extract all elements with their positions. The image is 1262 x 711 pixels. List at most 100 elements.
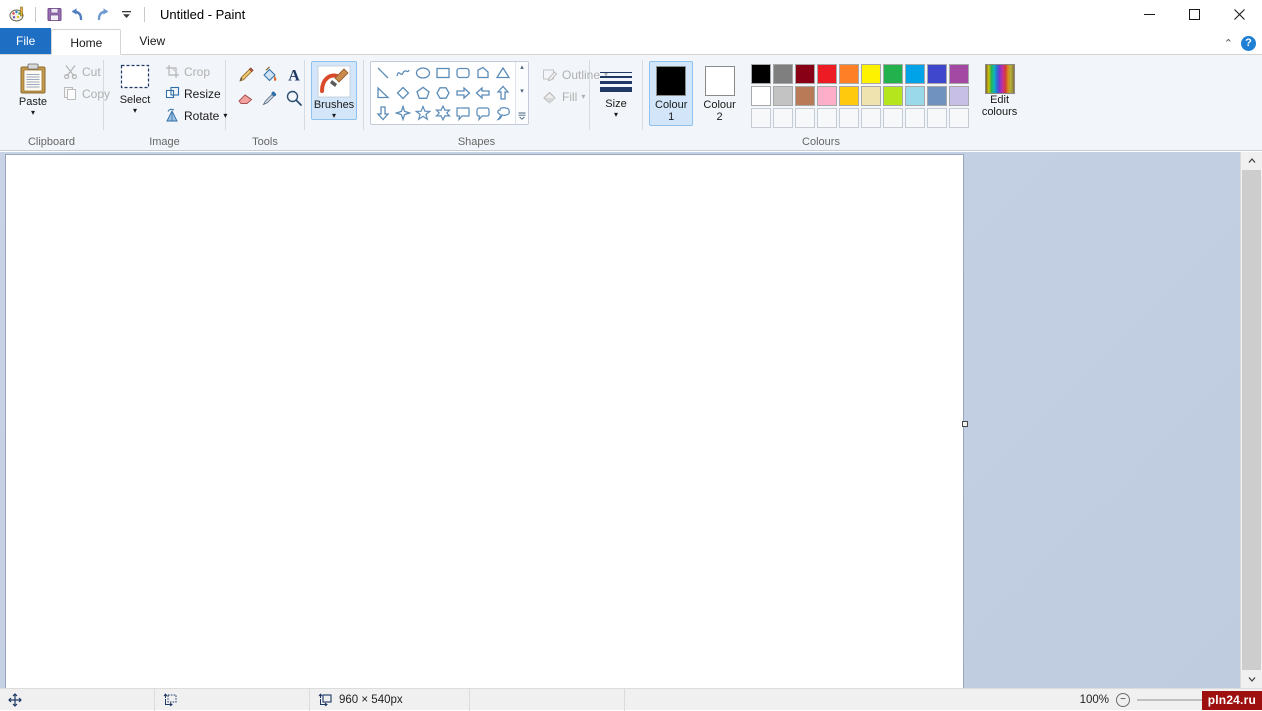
shape-rounded-rectangle[interactable] bbox=[453, 63, 473, 83]
shape-triangle[interactable] bbox=[493, 63, 513, 83]
shape-diamond[interactable] bbox=[393, 83, 413, 103]
shape-right-arrow[interactable] bbox=[453, 83, 473, 103]
tab-file[interactable]: File bbox=[0, 28, 52, 54]
palette-swatch[interactable] bbox=[926, 86, 947, 106]
palette-swatch[interactable] bbox=[794, 86, 815, 106]
undo-icon[interactable] bbox=[67, 4, 89, 26]
palette-swatch[interactable] bbox=[794, 108, 815, 128]
shape-six-point-star[interactable] bbox=[433, 103, 453, 123]
palette-swatch[interactable] bbox=[904, 86, 925, 106]
shapes-gallery-scrollbar[interactable]: ▴ ▾ bbox=[515, 62, 528, 124]
shape-right-triangle[interactable] bbox=[373, 83, 393, 103]
palette-swatch[interactable] bbox=[860, 64, 881, 84]
vertical-scroll-thumb[interactable] bbox=[1242, 170, 1261, 670]
palette-swatch[interactable] bbox=[838, 86, 859, 106]
shapes-gallery-more-icon[interactable] bbox=[518, 112, 526, 122]
drawing-canvas[interactable] bbox=[5, 154, 964, 688]
brushes-button[interactable]: Brushes ▾ bbox=[311, 61, 357, 120]
tab-view[interactable]: View bbox=[121, 28, 183, 54]
palette-swatch[interactable] bbox=[904, 64, 925, 84]
zoom-level-label: 100% bbox=[1079, 693, 1109, 706]
size-button[interactable]: Size ▾ bbox=[593, 63, 639, 119]
shapes-scroll-up-icon[interactable]: ▴ bbox=[520, 64, 524, 71]
shape-polygon[interactable] bbox=[473, 63, 493, 83]
customize-quick-access-toolbar-icon[interactable] bbox=[115, 4, 137, 26]
palette-swatch[interactable] bbox=[926, 64, 947, 84]
vertical-scroll-track[interactable] bbox=[1241, 170, 1262, 670]
palette-swatch[interactable] bbox=[860, 86, 881, 106]
maximize-button[interactable] bbox=[1172, 0, 1217, 29]
palette-swatch[interactable] bbox=[926, 108, 947, 128]
shape-down-arrow[interactable] bbox=[373, 103, 393, 123]
collapse-ribbon-icon[interactable]: ⌃ bbox=[1224, 37, 1233, 50]
palette-swatch[interactable] bbox=[816, 86, 837, 106]
scroll-up-button[interactable] bbox=[1241, 152, 1262, 170]
palette-swatch[interactable] bbox=[948, 86, 969, 106]
canvas-resize-handle-right[interactable] bbox=[962, 421, 968, 427]
shape-rounded-callout[interactable] bbox=[473, 103, 493, 123]
palette-swatch[interactable] bbox=[860, 108, 881, 128]
resize-button[interactable]: Resize bbox=[160, 83, 232, 104]
palette-swatch[interactable] bbox=[750, 108, 771, 128]
palette-swatch[interactable] bbox=[838, 64, 859, 84]
minimize-button[interactable] bbox=[1127, 0, 1172, 29]
vertical-scrollbar[interactable] bbox=[1240, 152, 1262, 688]
palette-swatch[interactable] bbox=[750, 64, 771, 84]
pencil-tool[interactable] bbox=[234, 63, 258, 86]
palette-swatch[interactable] bbox=[882, 108, 903, 128]
redo-icon[interactable] bbox=[91, 4, 113, 26]
palette-swatch[interactable] bbox=[904, 108, 925, 128]
shape-up-arrow[interactable] bbox=[493, 83, 513, 103]
shape-rectangular-callout[interactable] bbox=[453, 103, 473, 123]
eraser-tool[interactable] bbox=[234, 86, 258, 109]
help-icon[interactable]: ? bbox=[1241, 36, 1256, 51]
shape-hexagon[interactable] bbox=[433, 83, 453, 103]
tab-home[interactable]: Home bbox=[51, 29, 122, 55]
palette-swatch[interactable] bbox=[816, 64, 837, 84]
shapes-gallery[interactable]: ▴ ▾ bbox=[370, 61, 529, 125]
fill-with-colour-tool[interactable] bbox=[258, 63, 282, 86]
palette-swatch[interactable] bbox=[948, 64, 969, 84]
colour-2-button[interactable]: Colour 2 bbox=[697, 61, 741, 126]
crop-button[interactable]: Crop bbox=[160, 61, 232, 82]
text-tool[interactable]: A bbox=[282, 63, 306, 86]
zoom-out-button[interactable]: − bbox=[1116, 692, 1130, 707]
magnifier-tool[interactable] bbox=[282, 86, 306, 109]
palette-swatch[interactable] bbox=[882, 86, 903, 106]
paint-app-icon[interactable] bbox=[6, 4, 28, 26]
palette-swatch[interactable] bbox=[794, 64, 815, 84]
colour-picker-tool[interactable] bbox=[258, 86, 282, 109]
shape-four-point-star[interactable] bbox=[393, 103, 413, 123]
save-icon[interactable] bbox=[43, 4, 65, 26]
paste-button[interactable]: Paste ▾ bbox=[10, 59, 56, 117]
edit-colours-button[interactable]: Edit colours bbox=[978, 61, 1021, 118]
select-caret-icon[interactable]: ▾ bbox=[133, 107, 137, 115]
size-caret-icon[interactable]: ▾ bbox=[614, 111, 618, 119]
shape-five-point-star[interactable] bbox=[413, 103, 433, 123]
select-button[interactable]: Select ▾ bbox=[112, 59, 158, 115]
shape-rectangle[interactable] bbox=[433, 63, 453, 83]
cursor-position-icon bbox=[8, 692, 22, 707]
palette-swatch[interactable] bbox=[772, 86, 793, 106]
palette-swatch[interactable] bbox=[838, 108, 859, 128]
brushes-caret-icon[interactable]: ▾ bbox=[332, 112, 336, 120]
palette-swatch[interactable] bbox=[772, 64, 793, 84]
shape-line[interactable] bbox=[373, 63, 393, 83]
colour-1-button[interactable]: Colour 1 bbox=[649, 61, 694, 126]
palette-swatch[interactable] bbox=[750, 86, 771, 106]
shape-oval[interactable] bbox=[413, 63, 433, 83]
paste-caret-icon[interactable]: ▾ bbox=[31, 109, 35, 117]
shape-cloud-callout[interactable] bbox=[493, 103, 513, 123]
shape-pentagon[interactable] bbox=[413, 83, 433, 103]
palette-swatch[interactable] bbox=[948, 108, 969, 128]
palette-swatch[interactable] bbox=[882, 64, 903, 84]
rotate-button[interactable]: Rotate ▾ bbox=[160, 105, 232, 126]
shape-left-arrow[interactable] bbox=[473, 83, 493, 103]
palette-swatch[interactable] bbox=[816, 108, 837, 128]
close-button[interactable] bbox=[1217, 0, 1262, 29]
shape-curve[interactable] bbox=[393, 63, 413, 83]
fill-caret-icon[interactable]: ▾ bbox=[581, 92, 585, 101]
palette-swatch[interactable] bbox=[772, 108, 793, 128]
scroll-down-button[interactable] bbox=[1241, 670, 1262, 688]
shapes-scroll-down-icon[interactable]: ▾ bbox=[520, 88, 524, 95]
